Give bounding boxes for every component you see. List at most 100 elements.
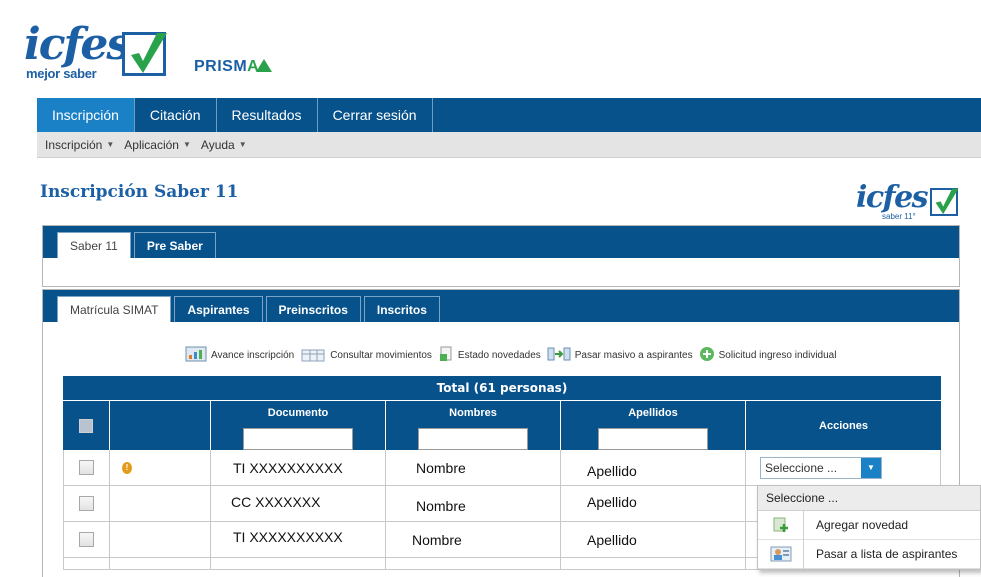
- actions-toolbar: Avance inscripción Consultar movimientos…: [185, 346, 842, 365]
- nav-inscripcion[interactable]: Inscripción: [37, 98, 135, 132]
- status-cell: !: [110, 450, 211, 485]
- prisma-text: PRISM: [194, 58, 248, 75]
- avance-inscripcion-label: Avance inscripción: [211, 350, 295, 361]
- row-select-cell: [63, 486, 110, 521]
- subnav-inscripcion-label: Inscripción: [45, 137, 103, 152]
- logo2-text: icfes: [856, 180, 929, 215]
- estado-novedades-label: Estado novedades: [457, 350, 541, 361]
- pasar-masivo-link[interactable]: Pasar masivo a aspirantes: [547, 346, 693, 365]
- header: icfes mejor saber PRISMA: [0, 0, 981, 98]
- subnav-ayuda-label: Ayuda: [200, 137, 235, 152]
- nav-resultados[interactable]: Resultados: [217, 98, 318, 132]
- row-select-cell: [63, 522, 110, 557]
- acciones-dropdown-menu: Seleccione ... Agregar novedad Pasar a l…: [757, 485, 981, 570]
- nav-citacion[interactable]: Citación: [135, 98, 217, 132]
- row-select-cell: [63, 558, 110, 569]
- nav-cerrar-sesion[interactable]: Cerrar sesión: [318, 98, 433, 132]
- tab-aspirantes[interactable]: Aspirantes: [174, 296, 263, 322]
- pasar-lista-aspirantes-label: Pasar a lista de aspirantes: [816, 547, 958, 561]
- documento-filter-input[interactable]: [243, 428, 353, 450]
- exam-tabbar: Saber 11 Pre Saber: [43, 226, 959, 258]
- apellido-cell: Apellido: [561, 450, 746, 485]
- documento-cell: TI XXXXXXXXXX: [211, 522, 386, 557]
- table-total: Total (61 personas): [63, 376, 941, 400]
- apellidos-filter-input[interactable]: [598, 428, 708, 450]
- nombre-cell: [386, 558, 561, 569]
- checkmark-icon: [122, 32, 167, 76]
- row-checkbox[interactable]: [79, 496, 94, 511]
- add-document-icon: [758, 510, 804, 540]
- checkmark-icon: [930, 188, 959, 216]
- nombres-column-header: Nombres: [386, 401, 561, 450]
- nombres-filter-input[interactable]: [418, 428, 528, 450]
- users-icon: [758, 539, 804, 569]
- tab-preinscritos[interactable]: Preinscritos: [265, 296, 361, 322]
- documento-cell: TI XXXXXXXXXX: [211, 450, 386, 485]
- documento-header-label: Documento: [267, 407, 329, 419]
- sub-nav: Inscripción ▼ Aplicación ▼ Ayuda ▼: [37, 132, 981, 158]
- registration-tabbar: Matrícula SIMAT Aspirantes Preinscritos …: [43, 290, 959, 322]
- page-title: Inscripción Saber 11: [40, 182, 239, 202]
- main-nav: Inscripción Citación Resultados Cerrar s…: [37, 98, 981, 132]
- nombre-cell: Nombre: [386, 486, 561, 521]
- table-header: Documento Nombres Apellidos Acciones: [63, 400, 941, 450]
- triangle-icon: [256, 59, 272, 72]
- icfes-logo[interactable]: icfes mejor saber: [24, 22, 174, 82]
- select-all-cell: [63, 401, 110, 450]
- pasar-masivo-label: Pasar masivo a aspirantes: [574, 350, 693, 361]
- agregar-novedad-option[interactable]: Agregar novedad: [758, 510, 980, 540]
- acciones-select[interactable]: Seleccione ... ▼: [760, 456, 882, 479]
- nombre-cell: Nombre: [386, 522, 561, 557]
- add-circle-icon: [699, 346, 715, 365]
- status-column-header: [110, 401, 211, 450]
- table-icon: [300, 346, 326, 365]
- warning-icon[interactable]: !: [122, 461, 132, 474]
- chart-icon: [185, 346, 207, 365]
- document-icon: [438, 346, 454, 365]
- subnav-inscripcion[interactable]: Inscripción ▼: [45, 138, 114, 152]
- documento-column-header: Documento: [211, 401, 386, 450]
- apellidos-column-header: Apellidos: [561, 401, 746, 450]
- subnav-aplicacion-label: Aplicación: [124, 137, 179, 152]
- row-checkbox[interactable]: [79, 532, 94, 547]
- chevron-down-icon: ▼: [106, 140, 115, 149]
- chevron-down-icon[interactable]: ▼: [861, 457, 881, 478]
- dropdown-placeholder-option[interactable]: Seleccione ...: [758, 486, 980, 511]
- acciones-select-value: Seleccione ...: [765, 460, 838, 475]
- estado-novedades-link[interactable]: Estado novedades: [438, 346, 541, 365]
- acciones-cell: Seleccione ... ▼: [746, 450, 941, 485]
- apellido-cell: Apellido: [561, 486, 746, 521]
- documento-cell: CC XXXXXXX: [211, 486, 386, 521]
- logo-tagline: mejor saber: [26, 66, 97, 81]
- apellido-cell: [561, 558, 746, 569]
- apellidos-header-label: Apellidos: [628, 407, 678, 419]
- acciones-column-header: Acciones: [819, 419, 868, 432]
- apellido-cell: Apellido: [561, 522, 746, 557]
- nombre-cell: Nombre: [386, 450, 561, 485]
- nombres-header-label: Nombres: [449, 407, 497, 419]
- tab-inscritos[interactable]: Inscritos: [363, 296, 440, 322]
- tab-pre-saber[interactable]: Pre Saber: [133, 232, 216, 258]
- consultar-movimientos-link[interactable]: Consultar movimientos: [300, 346, 432, 365]
- select-all-checkbox[interactable]: [79, 419, 93, 433]
- pasar-lista-aspirantes-option[interactable]: Pasar a lista de aspirantes: [758, 539, 980, 569]
- prisma-logo: PRISMA: [194, 58, 272, 76]
- status-cell: [110, 522, 211, 557]
- transfer-icon: [547, 346, 571, 365]
- documento-cell: [211, 558, 386, 569]
- tab-saber-11[interactable]: Saber 11: [57, 232, 131, 258]
- row-select-cell: [63, 450, 110, 485]
- avance-inscripcion-link[interactable]: Avance inscripción: [185, 346, 294, 365]
- row-checkbox[interactable]: [79, 460, 94, 475]
- subnav-aplicacion[interactable]: Aplicación ▼: [124, 138, 191, 152]
- tab-matricula-simat[interactable]: Matrícula SIMAT: [57, 296, 172, 322]
- subnav-ayuda[interactable]: Ayuda ▼: [201, 138, 247, 152]
- agregar-novedad-label: Agregar novedad: [816, 518, 909, 532]
- table-row: ! TI XXXXXXXXXX Nombre Apellido Seleccio…: [63, 450, 941, 486]
- solicitud-ingreso-label: Solicitud ingreso individual: [718, 350, 837, 361]
- consultar-movimientos-label: Consultar movimientos: [330, 350, 432, 361]
- status-cell: [110, 486, 211, 521]
- solicitud-ingreso-link[interactable]: Solicitud ingreso individual: [699, 346, 837, 365]
- chevron-down-icon: ▼: [182, 140, 191, 149]
- exam-tabs-panel: Saber 11 Pre Saber: [42, 225, 960, 287]
